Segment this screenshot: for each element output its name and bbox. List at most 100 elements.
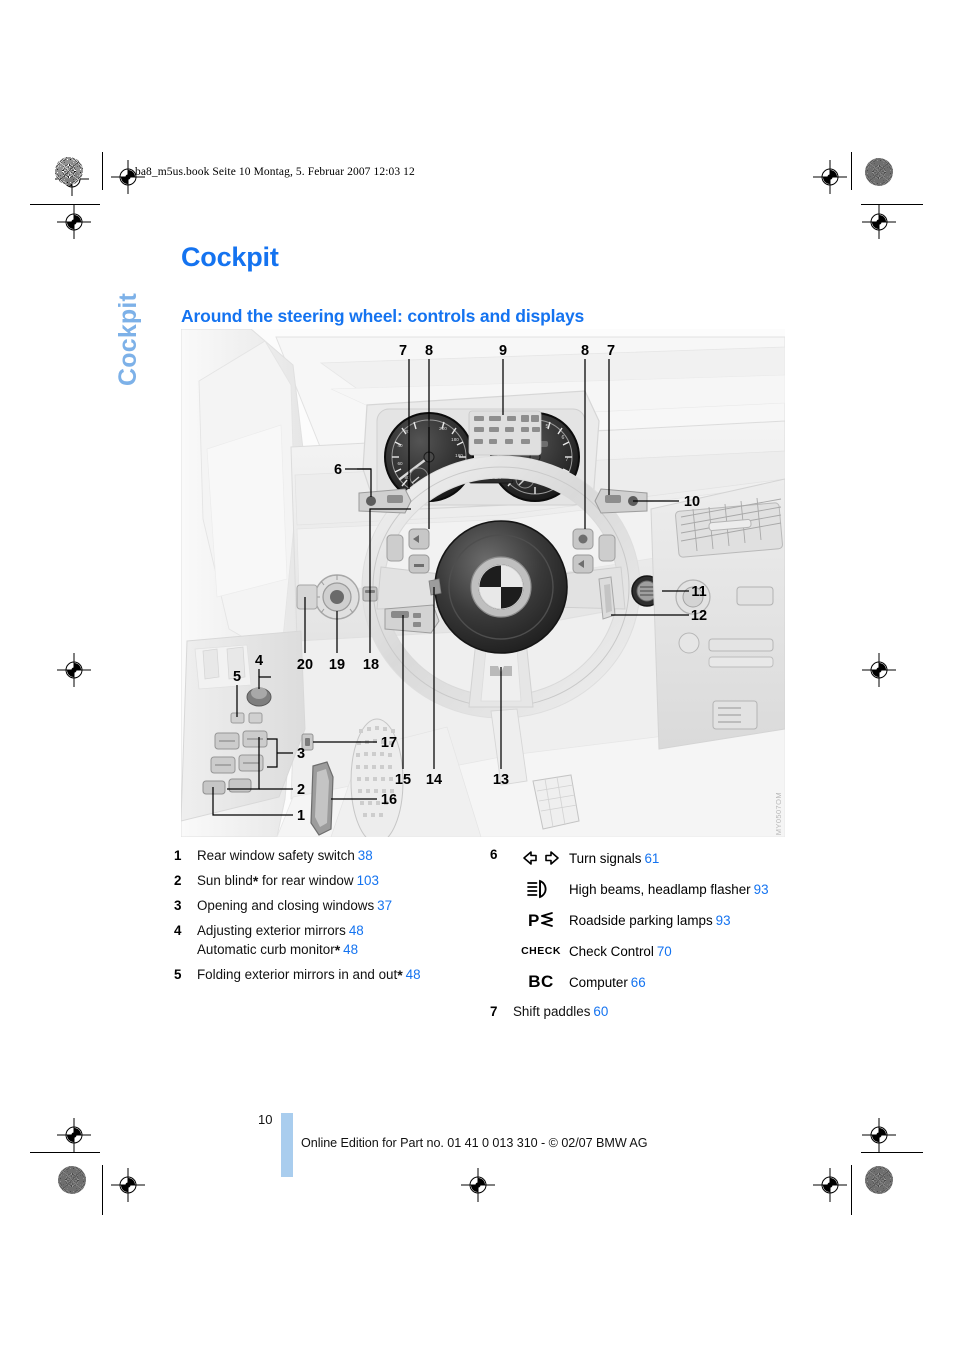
legend-item-6-group: 6 Turn signals 61 High beams, headlamp f… xyxy=(490,847,800,993)
callout-16: 16 xyxy=(381,792,397,808)
callout-19: 19 xyxy=(329,657,345,673)
footer-accent-bar xyxy=(281,1113,293,1177)
registration-mark-left-upper xyxy=(57,205,91,239)
callout-17: 17 xyxy=(381,735,397,751)
legend-number: 1 xyxy=(174,848,182,863)
callout-8-right: 8 xyxy=(581,343,589,359)
legend-number: 3 xyxy=(174,898,182,914)
svg-text:7: 7 xyxy=(566,457,569,463)
check-control-glyph: CHECK xyxy=(521,945,561,957)
optional-equipment-asterisk: * xyxy=(397,967,403,984)
legend-number: 7 xyxy=(490,1004,498,1019)
crop-rule-bottom-left xyxy=(102,1165,103,1215)
density-patch-top-left xyxy=(55,157,83,185)
callout-3: 3 xyxy=(297,746,305,762)
callout-10: 10 xyxy=(684,494,700,510)
svg-text:40: 40 xyxy=(397,443,403,448)
legend-text: Adjusting exterior mirrors 48 Automatic c… xyxy=(197,922,474,960)
legend-page-ref[interactable]: 48 xyxy=(349,923,364,938)
check-control-icon: CHECK xyxy=(513,940,569,962)
legend-label: Check Control xyxy=(569,943,654,959)
crop-rule-top-right xyxy=(851,152,852,190)
callout-2: 2 xyxy=(297,782,305,798)
crop-rule-bottom-right xyxy=(851,1165,852,1215)
legend-right-column: 6 Turn signals 61 High beams, headlamp f… xyxy=(490,847,800,1028)
svg-text:6: 6 xyxy=(562,435,565,441)
legend-subitem-roadside-parking-lamps: P Roadside parking lamps 93 xyxy=(513,909,800,931)
legend-number: 6 xyxy=(490,847,498,862)
legend-item-2: 2 Sun blind* for rear window 103 xyxy=(174,872,474,892)
optional-equipment-asterisk: * xyxy=(334,941,341,958)
legend-page-ref[interactable]: 38 xyxy=(358,848,373,863)
legend-text: Rear window safety switch 38 xyxy=(197,847,474,866)
legend-text: Computer 66 xyxy=(569,975,646,990)
legend-text: Shift paddles 60 xyxy=(513,1003,800,1022)
density-patch-bottom-right xyxy=(865,1166,893,1194)
legend-text: Check Control 70 xyxy=(569,944,672,959)
callout-12: 12 xyxy=(691,608,707,624)
svg-text:180: 180 xyxy=(451,437,459,442)
legend-text: Opening and closing windows 37 xyxy=(197,897,474,916)
chapter-tab-label: Cockpit xyxy=(114,292,142,386)
legend-page-ref[interactable]: 70 xyxy=(657,944,672,959)
registration-mark-right-middle xyxy=(862,653,896,687)
svg-text:P: P xyxy=(528,911,539,930)
density-patch-top-right xyxy=(865,158,893,186)
running-head: ba8_m5us.book Seite 10 Montag, 5. Februa… xyxy=(135,166,415,178)
callout-20: 20 xyxy=(297,657,313,673)
legend-label-cont: for rear window xyxy=(258,872,354,888)
page-number: 10 xyxy=(258,1112,273,1127)
legend-label: High beams, headlamp flasher xyxy=(569,881,751,897)
svg-text:200: 200 xyxy=(439,426,447,431)
computer-icon: BC xyxy=(513,971,569,993)
callout-7-right: 7 xyxy=(607,343,615,359)
registration-mark-right-upper xyxy=(862,205,896,239)
legend-subitem-high-beams: High beams, headlamp flasher 93 xyxy=(513,878,800,900)
legend-label: Roadside parking lamps xyxy=(569,912,713,928)
legend-text: Folding exterior mirrors in and out* 48 xyxy=(197,966,474,986)
registration-mark-right-lower xyxy=(862,1118,896,1152)
roadside-parking-lamps-icon: P xyxy=(513,909,569,931)
legend-page-ref[interactable]: 93 xyxy=(716,913,731,928)
legend-page-ref[interactable]: 66 xyxy=(631,975,646,990)
legend-page-ref[interactable]: 48 xyxy=(343,942,358,957)
copyright-notice: Online Edition for Part no. 01 41 0 013 … xyxy=(301,1136,648,1150)
crop-rule-top-left xyxy=(102,152,103,190)
legend-item-1: 1 Rear window safety switch 38 xyxy=(174,847,474,866)
callout-15: 15 xyxy=(395,772,411,788)
legend-page-ref[interactable]: 61 xyxy=(644,851,659,866)
legend-label: Turn signals xyxy=(569,850,642,866)
legend-text: Sun blind* for rear window 103 xyxy=(197,872,474,892)
legend-page-ref[interactable]: 60 xyxy=(593,1004,608,1019)
high-beams-icon xyxy=(513,878,569,900)
callout-7-left: 7 xyxy=(399,343,407,359)
callout-6: 6 xyxy=(334,462,342,478)
legend-label: Folding exterior mirrors in and out xyxy=(197,967,398,983)
page-title: Cockpit xyxy=(181,242,279,273)
legend-page-ref[interactable]: 48 xyxy=(406,967,421,982)
legend-subitem-check-control: CHECK Check Control 70 xyxy=(513,940,800,962)
computer-glyph: BC xyxy=(528,972,554,991)
legend-page-ref[interactable]: 37 xyxy=(377,898,392,913)
registration-mark-bottom-right xyxy=(813,1168,847,1202)
legend-page-ref[interactable]: 103 xyxy=(357,873,379,888)
callout-9: 9 xyxy=(499,343,507,359)
legend-text: Turn signals 61 xyxy=(569,851,659,866)
legend-label: Adjusting exterior mirrors xyxy=(197,923,346,939)
callout-5: 5 xyxy=(233,669,241,685)
callout-18: 18 xyxy=(363,657,379,673)
cockpit-illustration: 20 40 60 80 100 120 140 160 180 200 5 6 … xyxy=(181,329,785,837)
registration-mark-bottom-left xyxy=(111,1168,145,1202)
svg-text:60: 60 xyxy=(397,461,403,466)
manual-page: ba8_m5us.book Seite 10 Montag, 5. Februa… xyxy=(0,0,954,1351)
registration-mark-left-lower xyxy=(57,1118,91,1152)
legend-item-5: 5 Folding exterior mirrors in and out* 48 xyxy=(174,966,474,986)
svg-text:5: 5 xyxy=(546,424,549,430)
callout-14: 14 xyxy=(426,772,442,788)
section-heading: Around the steering wheel: controls and … xyxy=(181,305,585,326)
callout-13: 13 xyxy=(493,772,509,788)
svg-text:160: 160 xyxy=(455,453,463,458)
legend-label: Sun blind xyxy=(197,872,253,888)
legend-page-ref[interactable]: 93 xyxy=(754,882,769,897)
legend-text: High beams, headlamp flasher 93 xyxy=(569,882,769,897)
